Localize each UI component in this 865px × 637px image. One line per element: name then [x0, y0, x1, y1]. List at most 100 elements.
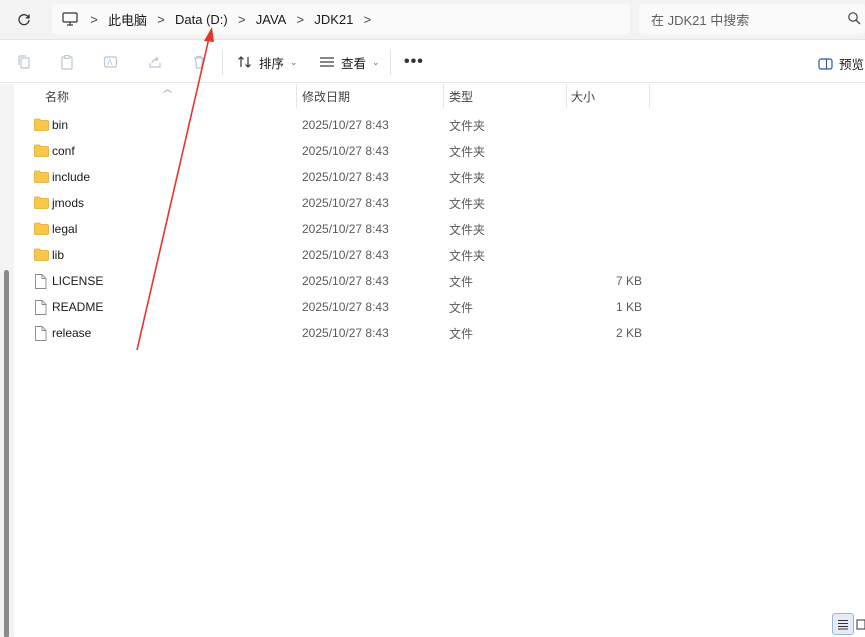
toolbar-divider: [222, 49, 223, 75]
file-icon: [34, 300, 49, 315]
navigation-scrollbar[interactable]: [4, 270, 9, 637]
file-name: jmods: [52, 196, 85, 210]
chevron-down-icon: ⌄: [372, 56, 380, 67]
refresh-icon[interactable]: [14, 10, 34, 30]
tiles-view-button[interactable]: [856, 613, 865, 635]
file-row-lib[interactable]: lib 2025/10/27 8:43 文件夹: [22, 242, 842, 268]
folder-icon: [34, 170, 49, 184]
folder-icon: [34, 248, 49, 262]
file-type: 文件夹: [449, 144, 486, 159]
column-divider[interactable]: [649, 84, 650, 108]
breadcrumb-jdk21[interactable]: JDK21: [314, 12, 353, 27]
file-row-license[interactable]: LICENSE 2025/10/27 8:43 文件 7 KB: [22, 268, 842, 294]
file-name: bin: [52, 118, 69, 132]
search-placeholder: 在 JDK21 中搜索: [651, 12, 750, 28]
file-size: 2 KB: [615, 326, 642, 340]
delete-icon[interactable]: [191, 54, 207, 70]
chevron-down-icon: ⌄: [290, 56, 298, 67]
file-name: legal: [52, 222, 78, 236]
file-date: 2025/10/27 8:43: [302, 274, 389, 288]
details-view-button[interactable]: [832, 613, 854, 635]
file-date: 2025/10/27 8:43: [302, 118, 389, 132]
view-label: 查看: [341, 56, 367, 71]
breadcrumb-separator[interactable]: >: [147, 12, 175, 27]
file-type: 文件夹: [449, 248, 486, 263]
folder-icon: [34, 222, 49, 236]
address-bar[interactable]: > 此电脑 > Data (D:) > JAVA > JDK21 >: [52, 4, 630, 34]
file-date: 2025/10/27 8:43: [302, 170, 389, 184]
breadcrumb-separator[interactable]: >: [228, 12, 256, 27]
file-type: 文件夹: [449, 222, 486, 237]
breadcrumb-separator[interactable]: >: [80, 12, 108, 27]
file-name: conf: [52, 144, 75, 158]
preview-pane-button[interactable]: 预览: [818, 54, 864, 73]
column-divider[interactable]: [566, 84, 567, 108]
copy-icon[interactable]: [16, 54, 32, 70]
breadcrumb-java[interactable]: JAVA: [256, 12, 287, 27]
file-name: lib: [52, 248, 65, 262]
view-button[interactable]: 查看 ⌄: [319, 53, 380, 71]
file-type: 文件夹: [449, 170, 486, 185]
file-name: LICENSE: [52, 274, 104, 288]
details-view-icon: [837, 619, 849, 630]
sort-button[interactable]: 排序 ⌄: [237, 53, 298, 71]
file-date: 2025/10/27 8:43: [302, 222, 389, 236]
preview-pane-icon: [818, 57, 833, 70]
column-header-name[interactable]: 名称: [45, 84, 69, 108]
column-header-date[interactable]: 修改日期: [302, 84, 350, 108]
paste-icon[interactable]: [59, 54, 75, 70]
share-icon[interactable]: [147, 54, 163, 70]
file-date: 2025/10/27 8:43: [302, 326, 389, 340]
column-header-size[interactable]: 大小: [571, 84, 595, 108]
command-bar: A 排序 ⌄ 查看 ⌄ ••• 预览: [0, 41, 865, 83]
file-date: 2025/10/27 8:43: [302, 144, 389, 158]
file-row-release[interactable]: release 2025/10/27 8:43 文件 2 KB: [22, 320, 842, 346]
sort-label: 排序: [259, 56, 285, 71]
breadcrumb-separator[interactable]: >: [286, 12, 314, 27]
file-name: README: [52, 300, 104, 314]
column-divider[interactable]: [443, 84, 444, 108]
file-row-conf[interactable]: conf 2025/10/27 8:43 文件夹: [22, 138, 842, 164]
file-row-legal[interactable]: legal 2025/10/27 8:43 文件夹: [22, 216, 842, 242]
file-type: 文件: [449, 300, 474, 315]
file-name: include: [52, 170, 91, 184]
more-options-button[interactable]: •••: [404, 53, 424, 71]
column-header-type[interactable]: 类型: [449, 84, 473, 108]
file-type: 文件: [449, 326, 474, 341]
file-row-include[interactable]: include 2025/10/27 8:43 文件夹: [22, 164, 842, 190]
breadcrumb-separator[interactable]: >: [353, 12, 381, 27]
file-icon: [34, 274, 49, 289]
file-date: 2025/10/27 8:43: [302, 196, 389, 210]
svg-text:A: A: [107, 58, 113, 67]
file-type: 文件: [449, 274, 474, 289]
breadcrumb-this-pc[interactable]: 此电脑: [108, 10, 147, 29]
file-size: 7 KB: [615, 274, 642, 288]
file-date: 2025/10/27 8:43: [302, 300, 389, 314]
computer-icon[interactable]: [62, 12, 80, 26]
address-bar-row: > 此电脑 > Data (D:) > JAVA > JDK21 > 在 JDK…: [0, 0, 865, 40]
search-icon[interactable]: [847, 11, 861, 25]
column-divider[interactable]: [296, 84, 297, 108]
sort-ascending-icon: ︿: [163, 84, 173, 94]
file-row-bin[interactable]: bin 2025/10/27 8:43 文件夹: [22, 112, 842, 138]
toolbar-divider: [390, 49, 391, 75]
file-type: 文件夹: [449, 118, 486, 133]
search-input[interactable]: 在 JDK21 中搜索: [639, 4, 865, 34]
preview-label: 预览: [839, 58, 865, 72]
file-name: release: [52, 326, 92, 340]
file-date: 2025/10/27 8:43: [302, 248, 389, 262]
file-type: 文件夹: [449, 196, 486, 211]
folder-icon: [34, 144, 49, 158]
file-row-jmods[interactable]: jmods 2025/10/27 8:43 文件夹: [22, 190, 842, 216]
sort-icon: [237, 55, 253, 69]
navigation-pane-edge: [0, 84, 14, 637]
file-row-readme[interactable]: README 2025/10/27 8:43 文件 1 KB: [22, 294, 842, 320]
file-icon: [34, 326, 49, 341]
rename-icon[interactable]: A: [103, 54, 119, 70]
breadcrumb-data-drive[interactable]: Data (D:): [175, 12, 228, 27]
folder-icon: [34, 196, 49, 210]
file-size: 1 KB: [615, 300, 642, 314]
view-icon: [319, 56, 335, 68]
folder-icon: [34, 118, 49, 132]
tiles-view-icon: [856, 619, 865, 630]
